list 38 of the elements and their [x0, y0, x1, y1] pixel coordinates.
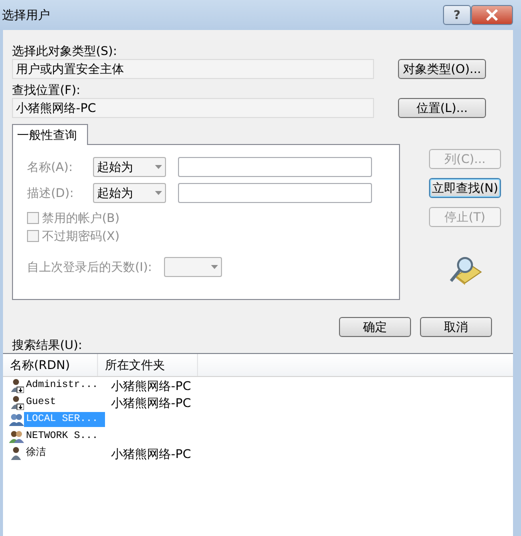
group-icon	[9, 429, 24, 444]
field-label: 名称(A):	[27, 159, 74, 176]
dialog-button[interactable]: 确定	[339, 317, 411, 337]
result-folder: 小猪熊网络-PC	[110, 394, 191, 412]
help-button[interactable]: ?	[443, 5, 471, 25]
disabled-user-icon	[9, 395, 24, 410]
checkbox-label: 不过期密码(X)	[42, 228, 120, 245]
days-label: 自上次登录后的天数(I):	[27, 259, 152, 276]
result-name[interactable]: Guest	[24, 395, 58, 410]
disabled-user-icon	[9, 378, 24, 393]
user-icon	[9, 446, 24, 461]
result-name[interactable]: 徐洁	[24, 446, 48, 461]
dropdown-arrow-icon	[155, 191, 162, 195]
results-label: 搜索结果(U):	[12, 337, 84, 353]
result-folder: 小猪熊网络-PC	[110, 446, 191, 462]
result-name[interactable]: NETWORK S...	[24, 429, 100, 444]
close-button[interactable]	[471, 5, 513, 25]
window-title: 选择用户	[2, 7, 50, 24]
location-label: 查找位置(F):	[12, 82, 82, 98]
dropdown-arrow-icon	[155, 165, 162, 169]
tab[interactable]: 一般性查询	[12, 124, 88, 145]
result-folder: 小猪熊网络-PC	[110, 378, 191, 394]
close-icon	[485, 9, 499, 21]
object-type-button[interactable]: 对象类型(O)...	[398, 59, 486, 79]
field-label: 描述(D):	[27, 185, 75, 202]
dialog-button[interactable]: 取消	[420, 317, 492, 337]
location-button[interactable]: 位置(L)...	[398, 98, 486, 118]
result-name[interactable]: Administr...	[24, 378, 100, 393]
object-type-label: 选择此对象类型(S):	[12, 43, 118, 59]
column-header[interactable]: 名称(RDN)	[3, 354, 98, 376]
object-type-field: 用户或内置安全主体	[12, 59, 374, 79]
checkbox-label: 禁用的帐户(B)	[42, 210, 120, 227]
location-field: 小猪熊网络-PC	[12, 98, 374, 118]
dropdown-arrow-icon	[210, 265, 218, 269]
column-header[interactable]: 所在文件夹	[98, 354, 198, 376]
search-icon	[448, 256, 482, 286]
users-icon	[9, 412, 24, 427]
side-button[interactable]: 立即查找(N)	[429, 178, 501, 198]
